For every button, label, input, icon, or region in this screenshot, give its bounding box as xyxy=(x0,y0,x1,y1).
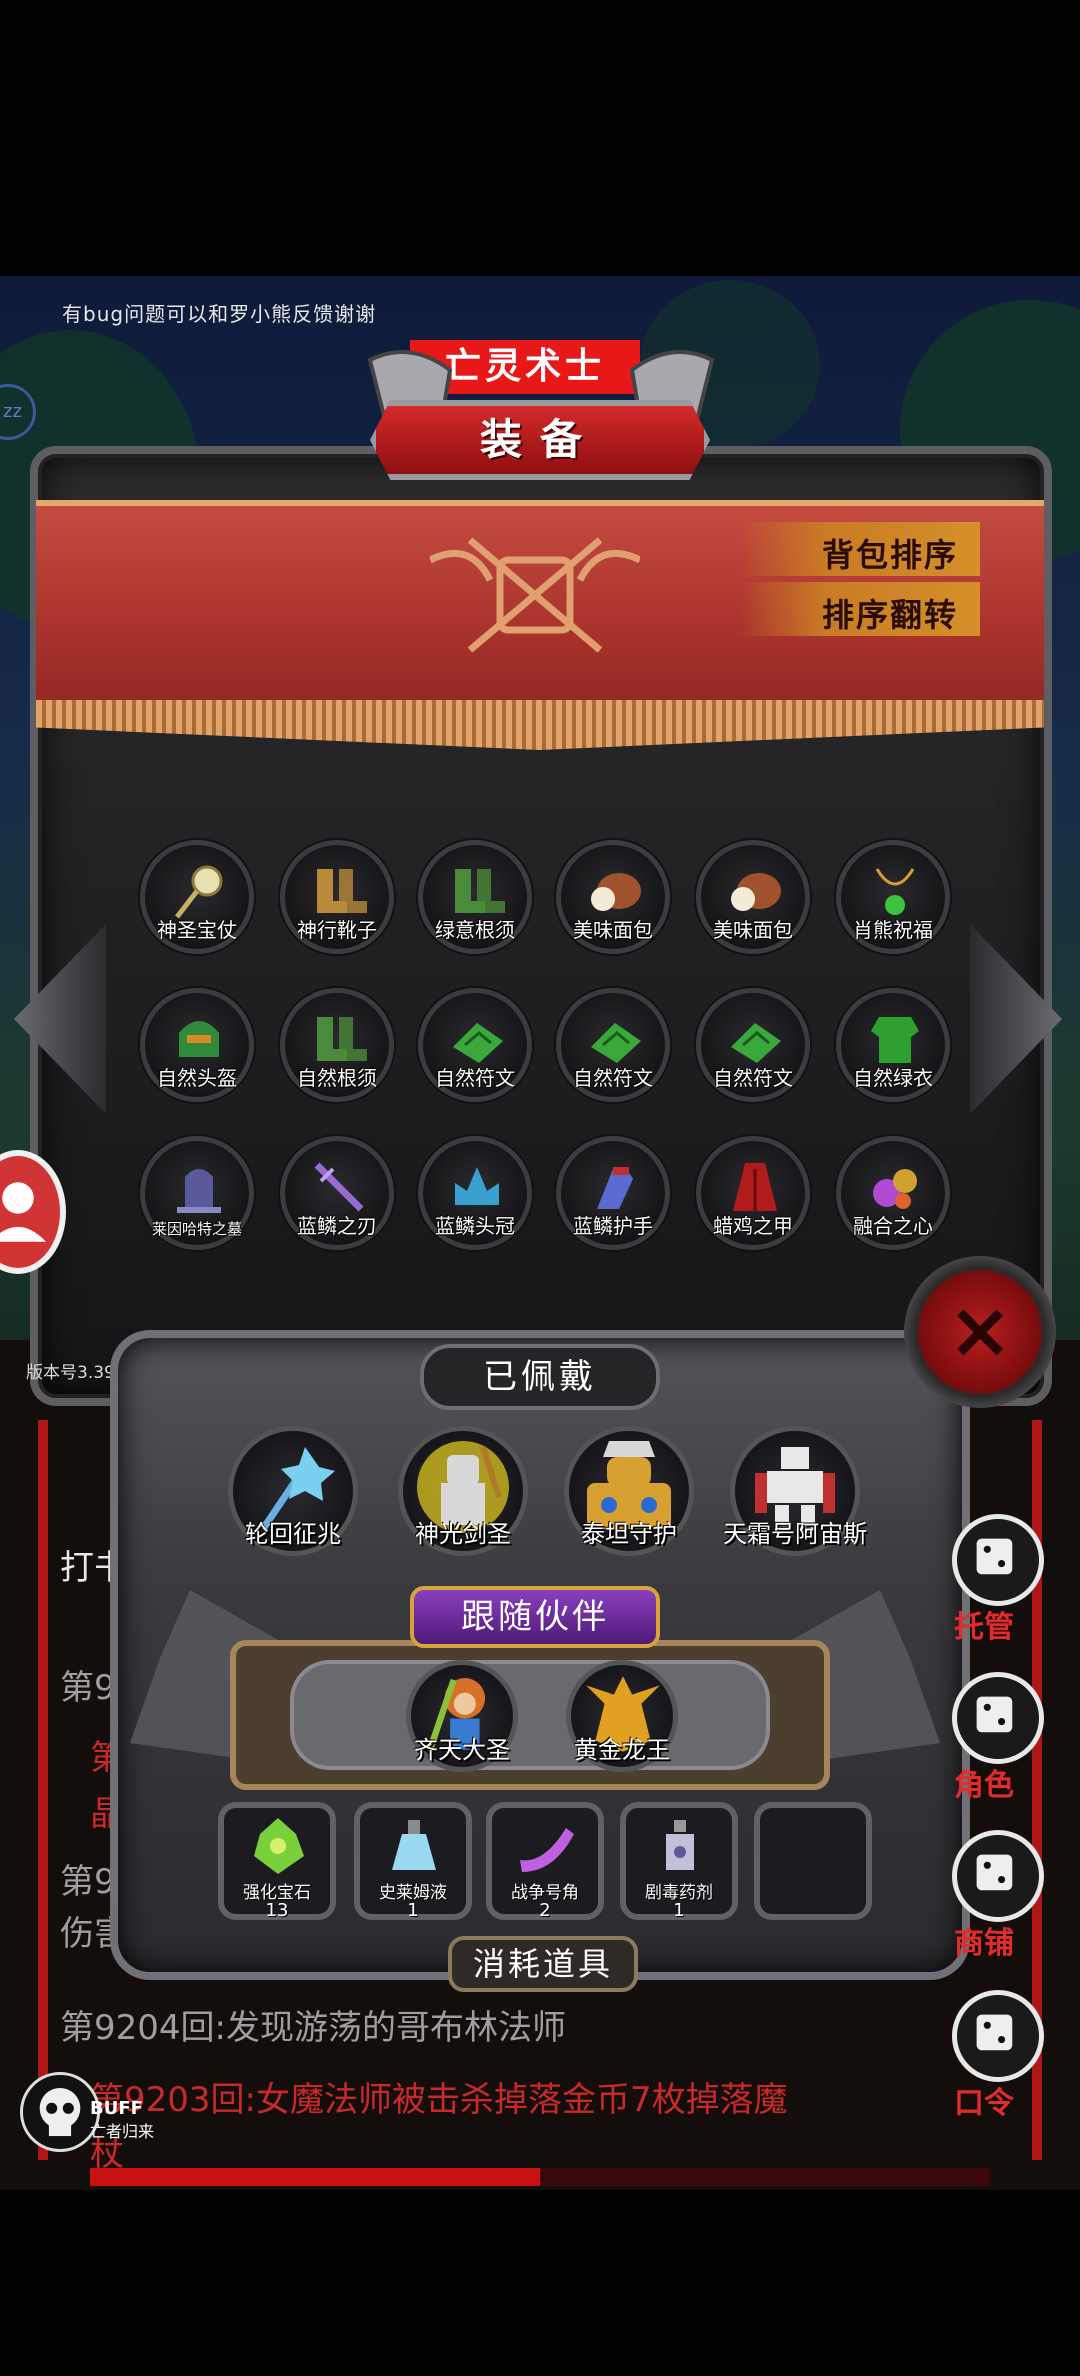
inventory-slot-label: 自然符文 xyxy=(435,1066,515,1090)
inventory-slot[interactable]: 蓝鳞护手 xyxy=(556,1136,670,1250)
inventory-slot-label: 自然头盔 xyxy=(157,1066,237,1090)
side-menu-shop-button[interactable] xyxy=(952,1830,1044,1922)
inventory-slot-label: 蓝鳞之刃 xyxy=(297,1214,377,1238)
crossed-swords-emblem-icon xyxy=(430,537,640,653)
skull-buff-icon[interactable] xyxy=(20,2072,100,2152)
inventory-slot-label: 美味面包 xyxy=(573,918,653,942)
close-icon: × xyxy=(947,1286,1013,1376)
inventory-slot-label: 肖熊祝福 xyxy=(853,918,933,942)
inventory-slot[interactable]: 蓝鳞之刃 xyxy=(280,1136,394,1250)
inventory-slot[interactable]: 自然头盔 xyxy=(140,988,254,1102)
equipped-slot-label: 神光剑圣 xyxy=(415,1520,511,1548)
inventory-slot[interactable]: 莱因哈特之墓 xyxy=(140,1136,254,1250)
player-avatar-button[interactable] xyxy=(0,1150,66,1274)
page-title: 装备 xyxy=(479,415,600,464)
companion-slot[interactable]: 黄金龙王 xyxy=(566,1660,678,1772)
consumable-slot[interactable]: 史莱姆液 1 xyxy=(354,1802,472,1921)
companion-slot-label: 黄金龙王 xyxy=(574,1736,670,1764)
inventory-slot-label: 蓝鳞头冠 xyxy=(435,1214,515,1238)
inventory-slot-label: 莱因哈特之墓 xyxy=(151,1220,242,1238)
inventory-slot-label: 蜡鸡之甲 xyxy=(713,1214,793,1238)
consumable-count: 1 xyxy=(407,1900,419,1921)
consumable-count: 1 xyxy=(673,1900,685,1921)
side-menu-label: 商铺 xyxy=(954,1926,1014,1961)
empty-consumable-slot[interactable] xyxy=(754,1802,872,1920)
equipped-slot-label: 泰坦守护 xyxy=(581,1520,677,1548)
inventory-slot[interactable]: 神圣宝仗 xyxy=(140,840,254,954)
inventory-slot-label: 神行靴子 xyxy=(297,918,377,942)
inventory-slot-label: 美味面包 xyxy=(713,918,793,942)
close-button[interactable]: × xyxy=(904,1256,1056,1408)
version-label: 版本号3.39 xyxy=(26,1363,115,1383)
consumable-slot[interactable]: 战争号角 2 xyxy=(486,1802,604,1921)
inventory-slot[interactable]: 蜡鸡之甲 xyxy=(696,1136,810,1250)
companion-title: 跟随伙伴 xyxy=(410,1586,660,1648)
inventory-slot[interactable]: 自然根须 xyxy=(280,988,394,1102)
equipped-slot[interactable]: 天霜号阿宙斯 xyxy=(723,1426,867,1556)
side-menu-book-button[interactable] xyxy=(952,1990,1044,2082)
equipped-slot-label: 轮回征兆 xyxy=(245,1520,341,1548)
inventory-slot[interactable]: 美味面包 xyxy=(556,840,670,954)
inventory-slot[interactable]: 绿意根须 xyxy=(418,840,532,954)
inventory-slot-label: 融合之心 xyxy=(853,1214,933,1238)
inventory-slot[interactable]: 蓝鳞头冠 xyxy=(418,1136,532,1250)
inventory-slot[interactable]: 肖熊祝福 xyxy=(836,840,950,954)
inventory-slot-label: 绿意根须 xyxy=(435,918,515,942)
inventory-slot-label: 自然符文 xyxy=(573,1066,653,1090)
side-menu-dice-button[interactable] xyxy=(952,1514,1044,1606)
companion-slot-label: 齐天大圣 xyxy=(414,1736,510,1764)
consumable-count: 2 xyxy=(539,1900,551,1921)
log-line: 第9203回:女魔法师被击杀掉落金币7枚掉落魔 xyxy=(90,2080,788,2120)
equipped-slot[interactable]: 轮回征兆 xyxy=(228,1426,358,1556)
consumable-count: 13 xyxy=(265,1900,289,1921)
inventory-slot[interactable]: 自然符文 xyxy=(556,988,670,1102)
inventory-slot[interactable]: 自然绿衣 xyxy=(836,988,950,1102)
inventory-slot[interactable]: 自然符文 xyxy=(696,988,810,1102)
equipped-title: 已佩戴 xyxy=(420,1344,660,1410)
companion-slot[interactable]: 齐天大圣 xyxy=(406,1660,518,1772)
notice-text: 有bug问题可以和罗小熊反馈谢谢 xyxy=(62,302,377,326)
consumable-slot[interactable]: 剧毒药剂 1 xyxy=(620,1802,738,1921)
log-line: 第9204回:发现游荡的哥布林法师 xyxy=(60,2008,566,2048)
side-menu-label: 托管 xyxy=(954,1610,1014,1645)
inventory-slot-label: 自然符文 xyxy=(713,1066,793,1090)
side-menu-label: 角色 xyxy=(954,1768,1014,1803)
buff-label: BUFF xyxy=(90,2098,143,2119)
equipped-slot-label: 天霜号阿宙斯 xyxy=(723,1520,867,1548)
inventory-slot-label: 蓝鳞护手 xyxy=(573,1214,653,1238)
inventory-slot[interactable]: 神行靴子 xyxy=(280,840,394,954)
consumables-title: 消耗道具 xyxy=(448,1936,638,1992)
bag-sort-button[interactable]: 背包排序 xyxy=(740,522,980,576)
inventory-slot[interactable]: 融合之心 xyxy=(836,1136,950,1250)
equipped-slot[interactable]: 泰坦守护 xyxy=(564,1426,694,1556)
inventory-slot[interactable]: 自然符文 xyxy=(418,988,532,1102)
side-menu-label: 口令 xyxy=(954,2086,1014,2121)
progress-bar xyxy=(90,2168,990,2186)
inventory-slot-label: 自然根须 xyxy=(297,1066,377,1090)
side-menu-hood-button[interactable] xyxy=(952,1672,1044,1764)
inventory-slot-label: 自然绿衣 xyxy=(853,1066,933,1090)
sort-reverse-button[interactable]: 排序翻转 xyxy=(740,582,980,636)
equipped-slot[interactable]: 神光剑圣 xyxy=(398,1426,528,1556)
inventory-slot-label: 神圣宝仗 xyxy=(157,918,237,942)
buff-sub-label: 亡者归来 xyxy=(90,2122,155,2141)
log-border xyxy=(38,1420,48,2160)
inventory-slot[interactable]: 美味面包 xyxy=(696,840,810,954)
consumable-slot[interactable]: 强化宝石 13 xyxy=(218,1802,336,1921)
